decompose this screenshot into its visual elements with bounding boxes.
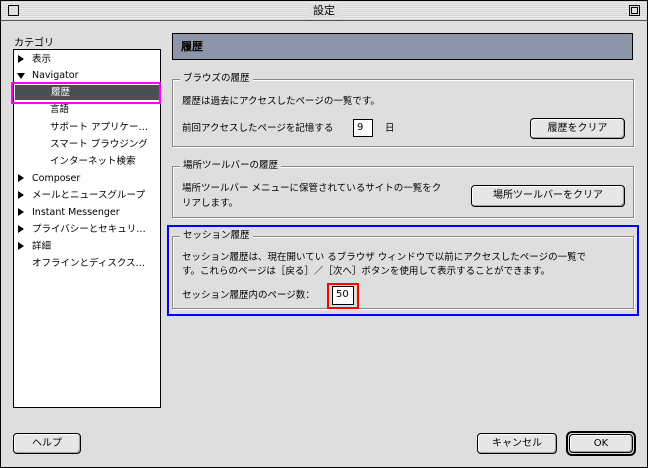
preferences-window: 設定 カテゴリ 表示 Navigator 履歴 言語 サポート アプリケー… ス… [0, 0, 648, 468]
disclosure-triangle-right-icon[interactable] [18, 225, 24, 233]
location-bar-description-line1: 場所ツールバー メニューに保管されているサイトの一覧をク [182, 183, 442, 194]
tree-item-navigator[interactable]: Navigator [14, 68, 158, 83]
highlight-selected-item [11, 82, 161, 104]
browser-history-group: ブラウズの履歴 履歴は過去にアクセスしたページの一覧です。 前回アクセスしたペー… [172, 72, 634, 147]
history-days-unit: 日 [385, 123, 395, 134]
history-days-label: 前回アクセスしたページを記憶する [182, 123, 334, 134]
tree-item-offline-disk[interactable]: オフラインとディスクス… [14, 256, 158, 271]
tree-item-label: Navigator [32, 70, 79, 81]
history-days-input[interactable]: 9 [353, 119, 373, 137]
tree-item-composer[interactable]: Composer [14, 171, 158, 186]
disclosure-triangle-right-icon[interactable] [18, 242, 24, 250]
disclosure-triangle-right-icon[interactable] [18, 174, 24, 182]
disclosure-triangle-right-icon[interactable] [18, 208, 24, 216]
highlight-session-history [167, 225, 639, 316]
tree-item-mail-news[interactable]: メールとニュースグループ [14, 188, 158, 203]
tree-item-label: インターネット検索 [50, 156, 136, 167]
tree-item-display[interactable]: 表示 [14, 52, 158, 67]
tree-item-smart-browsing[interactable]: スマート ブラウジング [14, 137, 158, 152]
tree-item-label: サポート アプリケー… [50, 122, 149, 133]
group-title: ブラウズの履歴 [180, 72, 253, 86]
group-title: 場所ツールバーの履歴 [180, 159, 282, 173]
panel-header: 履歴 [172, 33, 633, 60]
location-bar-history-group: 場所ツールバーの履歴 場所ツールバー メニューに保管されているサイトの一覧をク … [172, 159, 634, 218]
disclosure-triangle-right-icon[interactable] [18, 191, 24, 199]
tree-item-label: メールとニュースグループ [32, 190, 145, 201]
tree-item-advanced[interactable]: 詳細 [14, 239, 158, 254]
close-box[interactable] [8, 5, 19, 16]
zoom-box[interactable] [629, 5, 640, 16]
window-title: 設定 [307, 3, 341, 18]
tree-item-label: プライバシーとセキュリ… [32, 224, 146, 235]
location-bar-description-line2: リアします。 [182, 198, 239, 209]
cancel-button[interactable]: キャンセル [477, 433, 557, 454]
help-button[interactable]: ヘルプ [13, 433, 81, 454]
tree-item-helper-apps[interactable]: サポート アプリケー… [14, 120, 158, 135]
clear-history-button[interactable]: 履歴をクリア [530, 118, 625, 139]
tree-item-label: スマート ブラウジング [50, 139, 148, 150]
clear-location-bar-button[interactable]: 場所ツールバーをクリア [471, 185, 625, 207]
highlight-pages-input [327, 283, 359, 309]
tree-item-instant-messenger[interactable]: Instant Messenger [14, 205, 158, 220]
tree-item-label: 表示 [32, 54, 52, 65]
browser-history-description: 履歴は過去にアクセスしたページの一覧です。 [182, 96, 380, 107]
tree-item-privacy-security[interactable]: プライバシーとセキュリ… [14, 222, 158, 237]
tree-item-languages[interactable]: 言語 [14, 102, 158, 117]
category-label: カテゴリ [14, 38, 54, 49]
tree-item-label: 詳細 [32, 241, 52, 252]
title-bar[interactable]: 設定 [1, 1, 647, 21]
tree-item-label: Instant Messenger [32, 207, 120, 218]
disclosure-triangle-down-icon[interactable] [17, 73, 25, 79]
tree-item-label: Composer [32, 173, 81, 184]
ok-button[interactable]: OK [569, 434, 633, 453]
tree-item-label: オフラインとディスクス… [32, 258, 146, 269]
disclosure-triangle-right-icon[interactable] [18, 55, 24, 63]
tree-item-internet-search[interactable]: インターネット検索 [14, 154, 158, 169]
tree-item-label: 言語 [50, 104, 70, 115]
